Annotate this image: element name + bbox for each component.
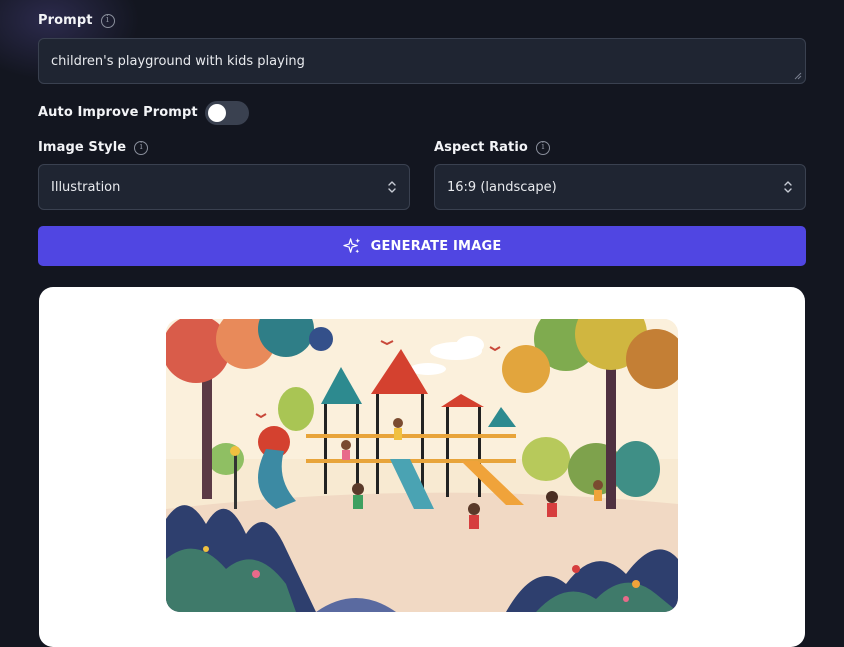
generate-image-button[interactable]: GENERATE IMAGE <box>38 226 806 266</box>
aspect-ratio-label: Aspect Ratio <box>434 140 528 155</box>
aspect-ratio-value: 16:9 (landscape) <box>447 179 557 195</box>
image-style-label-group: Image Style i <box>38 140 149 155</box>
prompt-label-group: Prompt i <box>38 13 115 28</box>
result-card <box>39 287 805 647</box>
image-style-select[interactable]: Illustration <box>38 164 410 210</box>
prompt-label: Prompt <box>38 13 93 28</box>
resize-handle-icon[interactable] <box>794 72 802 80</box>
generated-image[interactable] <box>166 319 678 612</box>
prompt-input-value: children's playground with kids playing <box>51 53 305 69</box>
image-style-value: Illustration <box>51 179 121 195</box>
auto-improve-toggle[interactable] <box>205 101 249 125</box>
aspect-ratio-info-icon[interactable]: i <box>535 140 550 155</box>
prompt-info-icon[interactable]: i <box>100 13 115 28</box>
auto-improve-label: Auto Improve Prompt <box>38 105 198 120</box>
image-style-info-icon[interactable]: i <box>134 140 149 155</box>
generate-image-label: GENERATE IMAGE <box>370 238 502 254</box>
playground-illustration <box>166 319 678 612</box>
aspect-ratio-label-group: Aspect Ratio i <box>434 140 550 155</box>
sparkles-icon <box>342 237 360 253</box>
chevron-up-down-icon <box>388 181 396 193</box>
aspect-ratio-select[interactable]: 16:9 (landscape) <box>434 164 806 210</box>
prompt-input[interactable]: children's playground with kids playing <box>38 38 806 84</box>
toggle-knob <box>208 104 226 122</box>
image-style-label: Image Style <box>38 140 127 155</box>
auto-improve-label-group: Auto Improve Prompt i <box>38 105 220 120</box>
chevron-up-down-icon <box>784 181 792 193</box>
